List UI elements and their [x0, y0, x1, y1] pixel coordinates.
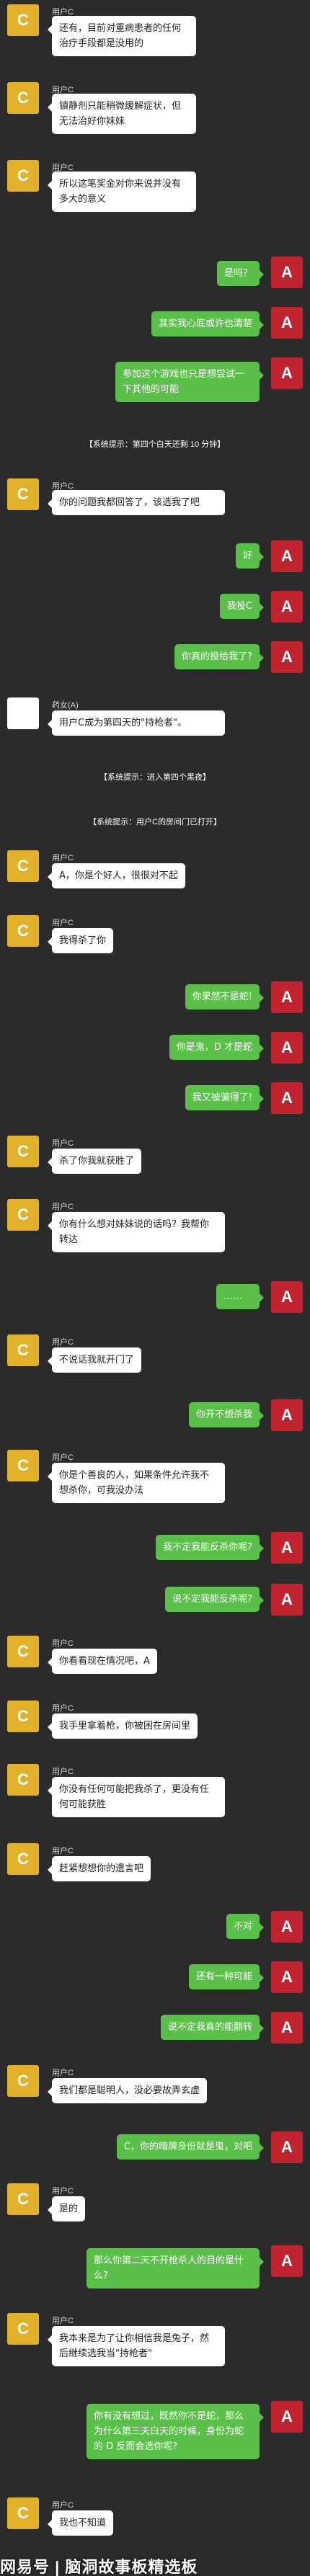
message-bubble: 是的 [47, 2196, 86, 2221]
sender-name: 用户C [52, 1203, 74, 1211]
system-notice: 【系统提示：第四个白天还剩 10 分钟】 [84, 440, 226, 449]
message-bubble: 还有，目前对重病患者的任何治疗手段都是没用的 [48, 16, 196, 56]
avatar-a[interactable]: A [271, 2245, 303, 2277]
message-bubble: 所以这笔奖金对你来说并没有多大的意义 [48, 171, 196, 212]
message-bubble: 不说话我就开门了 [47, 1347, 142, 1373]
message-bubble: 你看看现在情况吧，A [48, 1649, 157, 1674]
message-bubble: 我手里拿着枪，你被困在房间里 [47, 1713, 198, 1739]
avatar-a[interactable]: A [271, 641, 303, 673]
avatar-a[interactable]: A [271, 540, 303, 572]
message-bubble: 我也不知道 [47, 2510, 114, 2536]
message-bubble: …… [216, 1284, 264, 1309]
avatar-unknown[interactable] [7, 698, 39, 729]
sender-name: 用户C [52, 1847, 74, 1855]
avatar-c[interactable]: C [7, 1764, 39, 1796]
sender-name: 用户C [52, 2317, 74, 2325]
avatar-c[interactable]: C [7, 2313, 39, 2345]
system-notice: 【系统提示：用户C的房间门已打开】 [89, 818, 221, 826]
system-notice: 【系统提示：进入第四个黑夜】 [99, 773, 211, 782]
message-bubble: 我得杀了你 [47, 928, 114, 953]
avatar-c[interactable]: C [7, 1199, 39, 1231]
avatar-a[interactable]: A [271, 2401, 303, 2433]
message-bubble: 那么你第二天不开枪杀人的目的是什么? [87, 2248, 264, 2288]
avatar-a[interactable]: A [271, 257, 303, 288]
message-bubble: 好 [235, 543, 265, 569]
message-bubble: 你是鬼，D 才是蛇 [169, 1035, 265, 1060]
avatar-a[interactable]: A [271, 981, 303, 1013]
avatar-a[interactable]: A [271, 1911, 303, 1943]
message-bubble: 你有没有想过，既然你不是蛇，那么为什么第三天白天的时候，身份为蛇的 D 反而会选… [87, 2404, 264, 2459]
sender-name: 用户C [52, 1453, 74, 1462]
sender-name: 用户C [52, 2187, 74, 2196]
avatar-c[interactable]: C [7, 4, 39, 36]
message-bubble: 我不定我能反杀你呢? [156, 1535, 264, 1560]
message-bubble: 你是个善良的人，如果条件允许我不想杀你，可我没办法 [48, 1463, 225, 1503]
avatar-c[interactable]: C [7, 82, 39, 114]
avatar-c[interactable]: C [7, 1136, 39, 1167]
message-bubble: 你有什么想对妹妹说的话吗？我帮你转达 [48, 1212, 225, 1252]
avatar-a[interactable]: A [271, 1082, 303, 1114]
avatar-c[interactable]: C [7, 1334, 39, 1366]
message-bubble: 你开不想杀我 [188, 1402, 265, 1427]
sender-name: 用户C [52, 1768, 74, 1776]
message-bubble: 你没有任何可能把我杀了，更没有任何可能获胜 [48, 1777, 225, 1817]
message-bubble: 你果然不是蛇! [185, 984, 265, 1010]
avatar-c[interactable]: C [7, 915, 39, 947]
message-bubble: 你的问题我都回答了，该选我了吧 [48, 490, 225, 515]
message-bubble: 我本来是为了让你相信我是兔子，然后继续选我当"持枪者" [48, 2326, 225, 2366]
message-bubble: 我投C [219, 594, 265, 619]
sender-name: 用户C [52, 1704, 74, 1713]
avatar-c[interactable]: C [7, 1450, 39, 1481]
message-bubble: 你真的投给我了? [174, 644, 264, 669]
sender-name: 用户C [52, 2069, 74, 2077]
chat-log: C 用户C 还有，目前对重病患者的任何治疗手段都是没用的 C 用户C 镇静剂只能… [0, 0, 310, 2576]
message-bubble: 其实我心底或许也清楚 [151, 311, 265, 337]
avatar-c[interactable]: C [7, 160, 39, 192]
avatar-a[interactable]: A [271, 1961, 303, 1993]
avatar-a[interactable]: A [271, 307, 303, 339]
message-bubble: 说不定我真的能翻转 [160, 2015, 265, 2040]
avatar-c[interactable]: C [7, 1843, 39, 1875]
message-bubble: 参加这个游戏也只是想尝试一下其他的可能 [115, 362, 264, 402]
avatar-c[interactable]: C [7, 2065, 39, 2097]
sender-name: 用户C [52, 2501, 74, 2510]
avatar-c[interactable]: C [7, 2497, 39, 2529]
message-bubble: 我们都是聪明人，没必要故弄玄虚 [47, 2078, 208, 2103]
avatar-a[interactable]: A [271, 1281, 303, 1313]
avatar-a[interactable]: A [271, 2131, 303, 2163]
sender-name: 用户C [52, 1139, 74, 1148]
avatar-c[interactable]: C [7, 478, 39, 510]
message-bubble: A，你是个好人，很很对不起 [48, 863, 185, 888]
message-bubble: 不对 [226, 1914, 265, 1939]
avatar-a[interactable]: A [271, 1399, 303, 1431]
avatar-a[interactable]: A [271, 1584, 303, 1615]
avatar-a[interactable]: A [271, 1532, 303, 1564]
message-bubble: 说不定我能反杀呢? [165, 1587, 264, 1612]
message-bubble: 我又被骗得了! [185, 1085, 265, 1110]
message-bubble: 用户C成为第四天的"持枪者"。 [48, 710, 225, 736]
message-bubble: C，你的暗牌身份就是鬼，对吧 [116, 2134, 265, 2160]
avatar-c[interactable]: C [7, 1701, 39, 1732]
avatar-a[interactable]: A [271, 591, 303, 623]
avatar-c[interactable]: C [7, 850, 39, 882]
sender-name: 用户C [52, 919, 74, 927]
message-bubble: 镇静剂只能稍微缓解症状，但无法治好你妹妹 [48, 94, 196, 134]
message-bubble: 赶紧想想你的遗言吧 [47, 1856, 151, 1881]
message-bubble: 是吗？ [216, 261, 265, 286]
sender-name: 用户C [52, 854, 74, 863]
avatar-c[interactable]: C [7, 2183, 39, 2215]
sender-name: 药女(A) [52, 701, 79, 710]
message-bubble: 杀了你我就获胜了 [47, 1149, 142, 1174]
avatar-a[interactable]: A [271, 2012, 303, 2044]
avatar-a[interactable]: A [271, 1032, 303, 1064]
sender-name: 用户C [52, 1639, 74, 1648]
avatar-c[interactable]: C [7, 1636, 39, 1667]
watermark: 网易号 | 脑洞故事板精选板 [0, 2558, 198, 2576]
message-bubble: 还有一种可能 [188, 1964, 265, 1989]
sender-name: 用户C [52, 1338, 74, 1347]
avatar-a[interactable]: A [271, 357, 303, 389]
